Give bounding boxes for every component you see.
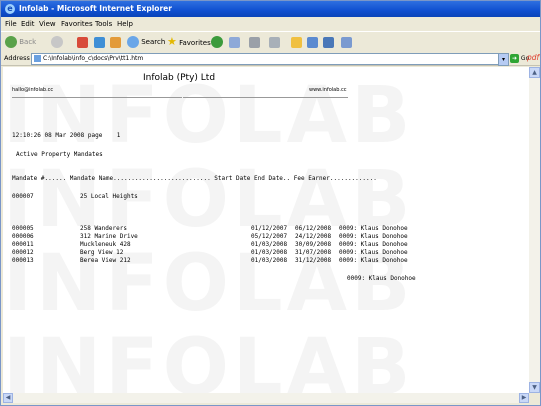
horizontal-scrollbar[interactable]: ◀ ▶ <box>3 393 529 403</box>
watermark-line: INFOLAB <box>3 323 415 393</box>
menu-tools[interactable]: Tools <box>95 20 112 28</box>
start-date: 01/03/2008 <box>251 241 288 248</box>
stop-icon <box>77 36 88 48</box>
history-button[interactable] <box>211 35 223 49</box>
home-button[interactable] <box>110 35 121 49</box>
fee-earner: 0009: Klaus Donohoe <box>339 233 408 240</box>
report-datetime: 12:10:26 08 Mar 2008 page 1 <box>12 132 121 139</box>
page-icon <box>34 55 41 62</box>
messenger-button[interactable] <box>323 35 334 49</box>
back-button[interactable]: Back <box>5 35 36 49</box>
address-bar: Address C:\Infolab\info_c\docs\Prv\tt1.h… <box>1 52 540 66</box>
start-date: 01/12/2007 <box>251 225 288 232</box>
menu-edit[interactable]: Edit <box>21 20 35 28</box>
mandate-name: Berg View 12 <box>80 249 124 256</box>
end-date: 30/09/2008 <box>295 241 332 248</box>
tools-icon <box>341 36 352 48</box>
go-arrow-icon: ➜ <box>510 54 519 63</box>
research-button[interactable] <box>307 35 318 49</box>
tools-button[interactable] <box>341 35 352 49</box>
mail-icon <box>229 36 240 48</box>
report-title: Active Property Mandates <box>16 151 103 158</box>
home-icon <box>110 36 121 48</box>
vertical-scrollbar[interactable]: ▲ ▼ <box>529 67 540 393</box>
browser-window: e Infolab - Microsoft Internet Explorer … <box>0 0 541 406</box>
folder-button[interactable] <box>291 35 302 49</box>
mandate-number: 000011 <box>12 241 34 248</box>
search-button[interactable]: Search <box>127 35 165 49</box>
title-bar[interactable]: e Infolab - Microsoft Internet Explorer <box>1 1 540 17</box>
scroll-right-arrow-icon[interactable]: ▶ <box>519 393 529 403</box>
edit-icon <box>269 36 280 48</box>
fee-earner: 0009: Klaus Donohoe <box>339 257 408 264</box>
back-label: Back <box>19 38 37 46</box>
menu-file[interactable]: File <box>5 20 17 28</box>
search-label: Search <box>141 38 166 46</box>
mandate-number: 000006 <box>12 233 34 240</box>
back-arrow-icon <box>5 36 17 48</box>
messenger-icon <box>323 36 334 48</box>
end-date: 31/07/2008 <box>295 249 332 256</box>
address-input[interactable]: C:\Infolab\info_c\docs\Prv\tt1.htm <box>31 53 500 65</box>
company-name: Infolab (Pty) Ltd <box>143 73 216 83</box>
company-email[interactable]: hallo@infolab.cc <box>12 87 53 93</box>
watermark-line: INFOLAB <box>3 71 415 161</box>
start-date: 05/12/2007 <box>251 233 288 240</box>
refresh-button[interactable] <box>94 35 105 49</box>
scroll-up-arrow-icon[interactable]: ▲ <box>529 67 540 78</box>
toolbar: Back Search ★ Favorites <box>1 31 540 53</box>
research-icon <box>307 36 318 48</box>
address-dropdown-chevron-icon[interactable]: ▾ <box>498 53 509 66</box>
mandate-number: 000005 <box>12 225 34 232</box>
start-date: 01/03/2008 <box>251 257 288 264</box>
forward-arrow-icon <box>51 36 63 48</box>
menu-help[interactable]: Help <box>117 20 133 28</box>
mandate-name: Muckleneuk 428 <box>80 241 131 248</box>
window-title: Infolab - Microsoft Internet Explorer <box>19 4 172 13</box>
end-date: 31/12/2008 <box>295 257 332 264</box>
page-content: INFOLAB INFOLAB INFOLAB INFOLAB Infolab … <box>3 67 529 393</box>
table-header: Mandate #...... Mandate Name............… <box>12 175 377 182</box>
print-button[interactable] <box>249 35 260 49</box>
address-url: C:\Infolab\info_c\docs\Prv\tt1.htm <box>43 55 144 62</box>
scroll-left-arrow-icon[interactable]: ◀ <box>3 393 13 403</box>
favorites-label: Favorites <box>179 39 211 47</box>
history-icon <box>211 36 223 48</box>
header-divider <box>183 97 348 98</box>
scrollbar-corner <box>529 393 540 403</box>
footer-fee-earner: 0009: Klaus Donohoe <box>347 275 416 282</box>
start-date: 01/03/2008 <box>251 249 288 256</box>
folder-icon <box>291 36 302 48</box>
ie-logo-icon: e <box>5 4 15 14</box>
favorites-button[interactable]: ★ Favorites <box>167 35 211 49</box>
company-website[interactable]: www.infolab.cc <box>309 87 347 93</box>
star-icon: ★ <box>167 35 177 48</box>
fee-earner: 0009: Klaus Donohoe <box>339 249 408 256</box>
group-mandate-name: 25 Local Heights <box>80 193 138 200</box>
menu-view[interactable]: View <box>39 20 56 28</box>
mandate-number: 000013 <box>12 257 34 264</box>
edit-button[interactable] <box>269 35 280 49</box>
mandate-name: Berea View 212 <box>80 257 131 264</box>
header-divider <box>12 97 182 98</box>
end-date: 24/12/2008 <box>295 233 332 240</box>
mail-button[interactable] <box>229 35 240 49</box>
address-label: Address <box>4 54 30 62</box>
end-date: 06/12/2008 <box>295 225 332 232</box>
menu-favorites[interactable]: Favorites <box>61 20 93 28</box>
mandate-name: 258 Wanderers <box>80 225 127 232</box>
mandate-name: 312 Marine Drive <box>80 233 138 240</box>
mandate-number: 000012 <box>12 249 34 256</box>
forward-button[interactable] <box>51 35 63 49</box>
stop-button[interactable] <box>77 35 88 49</box>
menu-bar: File Edit View Favorites Tools Help <box>1 18 540 30</box>
refresh-icon <box>94 36 105 48</box>
scroll-down-arrow-icon[interactable]: ▼ <box>529 382 540 393</box>
pdf-button[interactable]: pdf <box>527 53 539 62</box>
fee-earner: 0009: Klaus Donohoe <box>339 241 408 248</box>
fee-earner: 0009: Klaus Donohoe <box>339 225 408 232</box>
search-icon <box>127 36 139 48</box>
print-icon <box>249 36 260 48</box>
group-mandate-number: 000007 <box>12 193 34 200</box>
